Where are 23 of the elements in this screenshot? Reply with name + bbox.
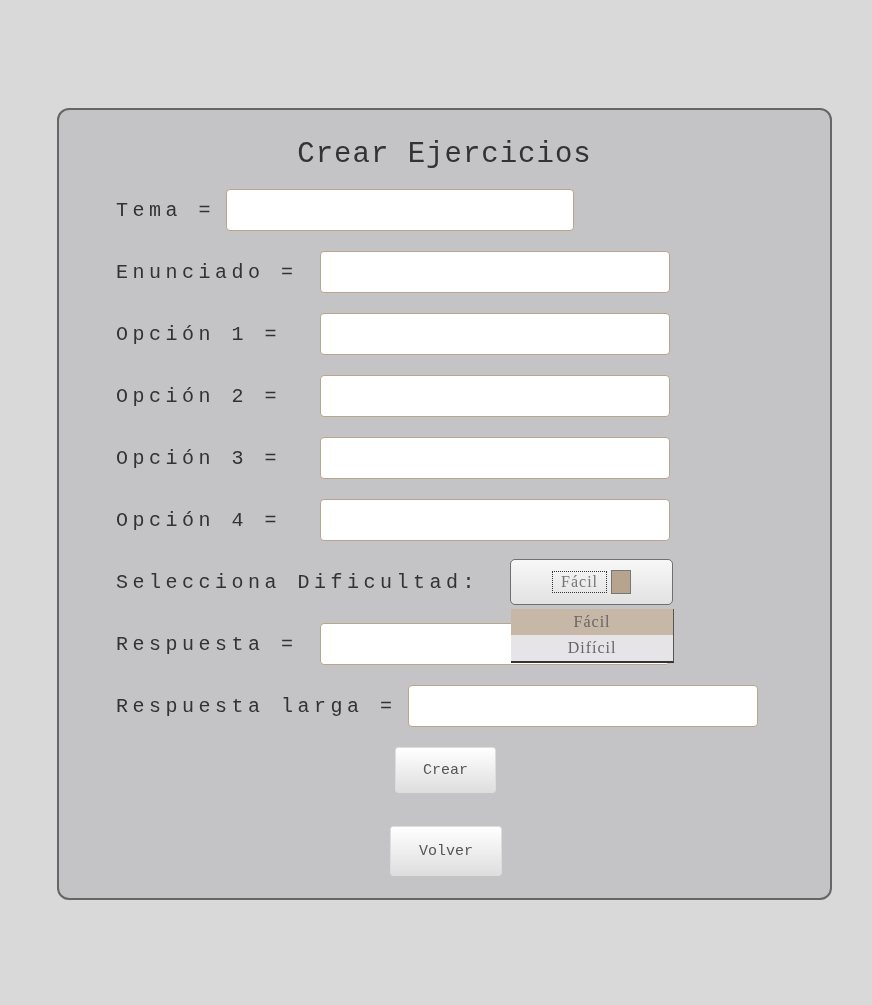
field-label: Respuesta larga = — [116, 694, 397, 718]
input-field[interactable] — [320, 375, 670, 417]
field-label: Opción 2 = — [116, 384, 283, 408]
form-title: Crear Ejercicios — [297, 138, 592, 171]
difficulty-select[interactable]: Fácil — [510, 559, 674, 605]
input-field[interactable] — [320, 251, 670, 293]
input-field[interactable] — [320, 313, 670, 355]
field-label: Respuesta = — [116, 632, 299, 656]
dropdown-icon — [611, 570, 632, 594]
input-field[interactable] — [226, 189, 574, 231]
field-label: Opción 1 = — [116, 322, 283, 346]
field-label: Selecciona Dificultad: — [116, 570, 480, 594]
dropdown-option[interactable]: Fácil — [511, 609, 674, 635]
form-button[interactable]: Crear — [395, 747, 496, 793]
input-field[interactable] — [407, 685, 758, 727]
input-field[interactable] — [320, 499, 670, 541]
form-button[interactable]: Volver — [390, 826, 502, 876]
field-label: Tema = — [116, 198, 215, 222]
field-label: Opción 4 = — [116, 508, 283, 532]
field-label: Opción 3 = — [116, 446, 283, 470]
field-label: Enunciado = — [116, 260, 299, 284]
input-field[interactable] — [320, 437, 670, 479]
dropdown-option[interactable]: Difícil — [511, 635, 674, 661]
